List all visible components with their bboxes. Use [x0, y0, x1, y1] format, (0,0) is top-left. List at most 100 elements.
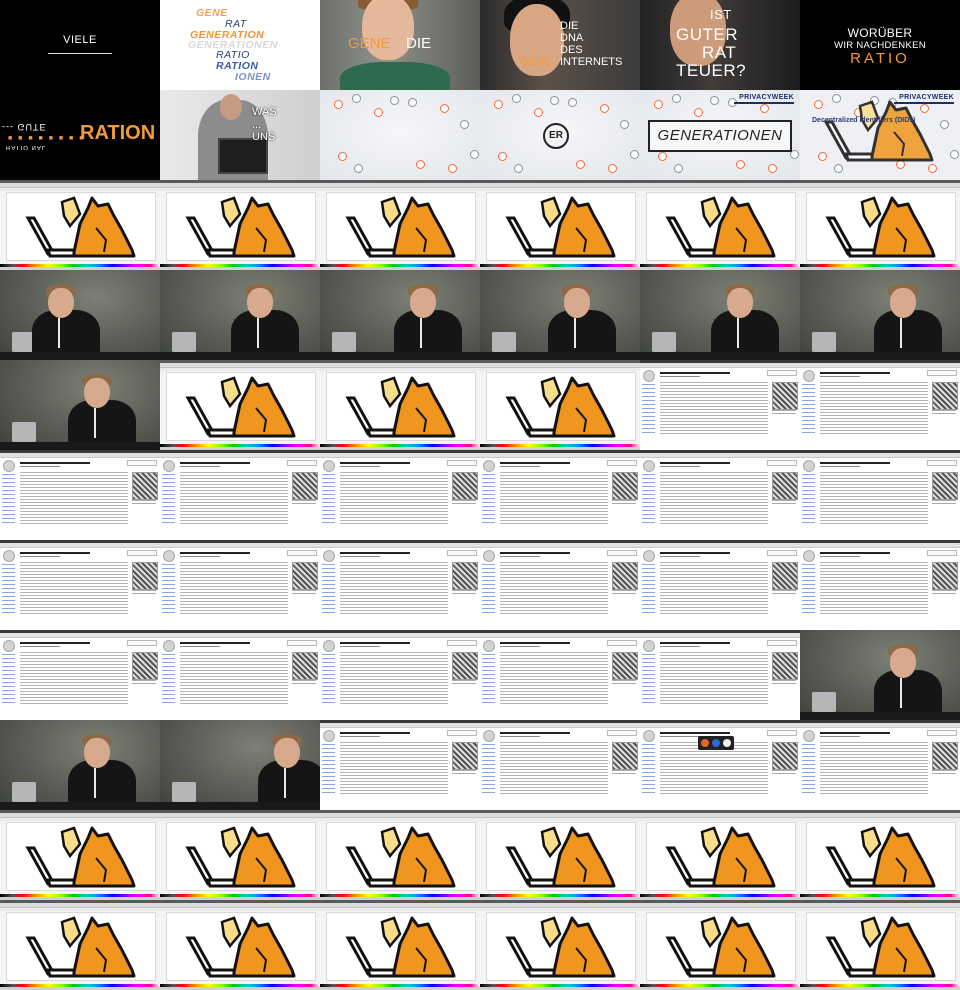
- article-image: [452, 472, 478, 500]
- lanyard: [420, 318, 422, 348]
- wiki-sidebar-links: [482, 654, 495, 704]
- wiki-sidebar-links: [482, 474, 495, 524]
- tool-controls-bar: [640, 908, 800, 911]
- wordcloud-word: RATION: [216, 60, 259, 72]
- article-title: [340, 552, 410, 554]
- lectern: [160, 802, 320, 810]
- search-input: [447, 550, 477, 556]
- network-node: [352, 94, 361, 103]
- article-body-text: [660, 382, 768, 434]
- video-frame-girl: DIE DNA DES INTERNETS GENE: [480, 0, 640, 90]
- lectern: [640, 352, 800, 360]
- caption-word: IST: [710, 7, 732, 22]
- video-frame-ink: [640, 180, 800, 270]
- cat-laptop-logo: [25, 196, 136, 258]
- caption-word: GUTER: [676, 25, 738, 44]
- speaker-head: [274, 738, 300, 768]
- article-image: [772, 472, 798, 500]
- search-input: [447, 730, 477, 736]
- article-subtitle: [180, 646, 220, 647]
- video-frame-ink: [160, 180, 320, 270]
- tool-controls-bar: [320, 908, 480, 911]
- network-node: [390, 96, 399, 105]
- lanyard: [900, 678, 902, 708]
- wikipedia-logo-icon: [643, 640, 655, 652]
- lanyard: [737, 318, 739, 348]
- article-subtitle: [340, 556, 380, 557]
- video-frame-wiki: [800, 360, 960, 450]
- article-title: [500, 552, 570, 554]
- video-frame-wiki: [0, 450, 160, 540]
- network-node: [608, 164, 617, 173]
- app-icon: [723, 739, 731, 747]
- wikipedia-logo-icon: [643, 730, 655, 742]
- video-frame-ink: [320, 900, 480, 990]
- network-node: [834, 164, 843, 173]
- article-subtitle: [20, 466, 60, 467]
- article-title: [660, 372, 730, 374]
- article-title: [180, 642, 250, 644]
- video-frame-wiki: [320, 540, 480, 630]
- tool-controls-bar: [0, 908, 160, 911]
- wikipedia-logo-icon: [3, 460, 15, 472]
- lectern: [800, 352, 960, 360]
- article-title: [180, 552, 250, 554]
- wikipedia-logo-icon: [643, 370, 655, 382]
- speaker-head: [890, 648, 916, 678]
- wordcloud-word: IONEN: [235, 71, 271, 83]
- video-frame-ink: [640, 900, 800, 990]
- article-title: [20, 642, 90, 644]
- talk-title: Decentralized Identifiers (DIDs): [812, 117, 916, 124]
- network-node: [498, 152, 507, 161]
- browser-tabs: [0, 543, 160, 548]
- article-image: [932, 472, 958, 500]
- article-body-text: [340, 742, 448, 794]
- network-node: [760, 104, 769, 113]
- article-title: [340, 732, 410, 734]
- article-image: [612, 562, 638, 590]
- network-node: [440, 104, 449, 113]
- caption-word: TEUER?: [676, 61, 747, 80]
- cat-laptop-logo: [665, 196, 776, 258]
- network-node: [654, 100, 663, 109]
- title-line-1: WORÜBER: [847, 26, 913, 40]
- article-subtitle: [660, 646, 700, 647]
- search-input: [767, 730, 797, 736]
- network-node: [374, 108, 383, 117]
- video-frame-rat: IST GUTER RAT TEUER?: [640, 0, 800, 90]
- lectern: [800, 712, 960, 720]
- tool-controls-bar: [800, 908, 960, 911]
- lectern: [160, 352, 320, 360]
- article-body-text: [820, 382, 928, 434]
- article-subtitle: [20, 646, 60, 647]
- cat-laptop-logo: [823, 100, 934, 162]
- article-subtitle: [820, 736, 860, 737]
- wikipedia-logo-icon: [643, 460, 655, 472]
- video-frame-wiki: [320, 720, 480, 810]
- video-frame-speaker-stand: [160, 720, 320, 810]
- article-subtitle: [820, 556, 860, 557]
- laptop: [812, 332, 836, 352]
- wikipedia-logo-icon: [803, 550, 815, 562]
- article-title: [820, 372, 890, 374]
- search-input: [767, 370, 797, 376]
- cat-laptop-logo: [25, 916, 136, 978]
- article-subtitle: [660, 736, 700, 737]
- image-caption: [772, 770, 796, 776]
- er-logo: ER: [543, 123, 569, 149]
- speaker-head: [410, 288, 436, 318]
- image-caption: [772, 410, 796, 416]
- image-caption: [772, 500, 796, 506]
- browser-tabs: [480, 453, 640, 458]
- browser-tabs: [160, 453, 320, 458]
- laptop: [12, 782, 36, 802]
- underline-divider: [48, 53, 112, 54]
- image-caption: [932, 410, 956, 416]
- shirt: [340, 62, 450, 90]
- article-title: [180, 462, 250, 464]
- image-caption: [772, 680, 796, 686]
- browser-tabs: [800, 543, 960, 548]
- cat-laptop-logo: [825, 826, 936, 888]
- video-frame-speaker: [0, 270, 160, 360]
- network-node: [514, 164, 523, 173]
